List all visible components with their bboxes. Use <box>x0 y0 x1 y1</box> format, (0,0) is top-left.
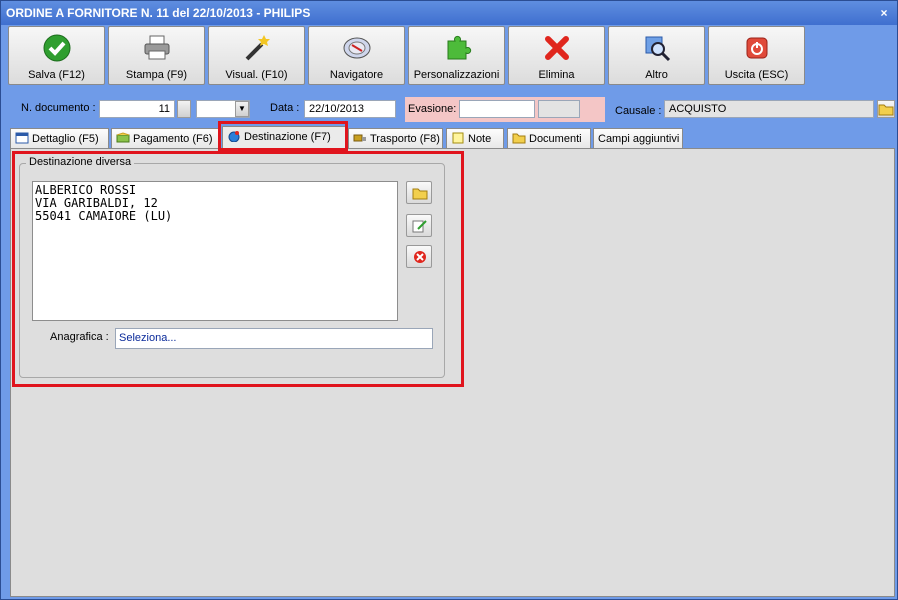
doc-number-field[interactable]: 11 <box>99 100 175 118</box>
print-button[interactable]: Stampa (F9) <box>108 26 205 85</box>
printer-icon <box>144 35 170 60</box>
tab-documenti[interactable]: Documenti <box>507 128 591 149</box>
window-title: ORDINE A FORNITORE N. 11 del 22/10/2013 … <box>6 6 311 20</box>
money-icon <box>116 132 130 143</box>
evasione-panel: Evasione: <box>405 97 605 122</box>
compass-icon <box>343 37 371 59</box>
note-icon <box>452 132 464 144</box>
exit-button[interactable]: Uscita (ESC) <box>708 26 805 85</box>
date-label: Data : <box>270 102 300 114</box>
save-button-label: Salva (F12) <box>28 69 85 81</box>
magic-wand-icon <box>245 35 270 61</box>
doc-number-label: N. documento : <box>21 102 96 114</box>
tab-label: Note <box>468 133 492 145</box>
order-window: ORDINE A FORNITORE N. 11 del 22/10/2013 … <box>0 0 898 600</box>
causale-field[interactable]: ACQUISTO <box>664 100 874 118</box>
date-field[interactable]: 22/10/2013 <box>304 100 396 118</box>
doc-number-spin[interactable] <box>177 100 191 118</box>
magnifier-icon <box>645 36 671 62</box>
tab-pagamento[interactable]: Pagamento (F6) <box>111 128 219 149</box>
exit-button-label: Uscita (ESC) <box>724 69 789 81</box>
navigator-button[interactable]: Navigatore <box>308 26 405 85</box>
tab-label: Campi aggiuntivi <box>598 133 680 145</box>
header-fields: N. documento : 11 ▼ Data : 22/10/2013 Ev… <box>1 97 897 123</box>
folder-icon <box>878 104 894 116</box>
folder-icon <box>512 133 526 144</box>
delete-button[interactable]: Elimina <box>508 26 605 85</box>
tab-label: Documenti <box>529 133 582 145</box>
view-button-label: Visual. (F10) <box>225 69 288 81</box>
customize-button-label: Personalizzazioni <box>413 69 500 81</box>
save-button[interactable]: Salva (F12) <box>8 26 105 85</box>
evasione-label: Evasione: <box>408 103 457 115</box>
truck-icon <box>353 134 366 142</box>
active-tab-highlight <box>218 121 348 151</box>
power-icon <box>746 37 768 59</box>
tab-dettaglio[interactable]: Dettaglio (F5) <box>10 128 109 149</box>
tab-label: Trasporto (F8) <box>370 133 440 145</box>
print-button-label: Stampa (F9) <box>125 69 188 81</box>
causale-folder-button[interactable] <box>877 100 895 118</box>
tab-trasporto[interactable]: Trasporto (F8) <box>348 128 443 149</box>
navigator-button-label: Navigatore <box>329 69 384 81</box>
calendar-icon <box>15 132 29 144</box>
evasione-field[interactable] <box>459 100 535 118</box>
evasione-extra-field <box>538 100 580 118</box>
more-button-label: Altro <box>645 69 668 81</box>
causale-label: Causale : <box>615 105 662 117</box>
tab-campi-aggiuntivi[interactable]: Campi aggiuntivi <box>593 128 683 149</box>
title-bar: ORDINE A FORNITORE N. 11 del 22/10/2013 … <box>1 1 897 25</box>
chevron-down-icon[interactable]: ▼ <box>235 101 249 117</box>
destinazione-highlight <box>12 151 464 387</box>
more-button[interactable]: Altro <box>608 26 705 85</box>
view-button[interactable]: Visual. (F10) <box>208 26 305 85</box>
tab-bar: Dettaglio (F5) Pagamento (F6) Destinazio… <box>10 126 890 150</box>
tab-label: Pagamento (F6) <box>133 133 213 145</box>
customize-button[interactable]: Personalizzazioni <box>408 26 505 85</box>
close-icon[interactable]: × <box>877 6 891 20</box>
tab-label: Dettaglio (F5) <box>32 133 99 145</box>
tab-note[interactable]: Note <box>446 128 504 149</box>
check-icon <box>43 34 71 62</box>
delete-button-label: Elimina <box>538 69 575 81</box>
delete-x-icon <box>545 36 569 60</box>
toolbar: Salva (F12) Stampa (F9) Visual. (F10) Na… <box>8 26 888 86</box>
puzzle-icon <box>447 35 472 60</box>
